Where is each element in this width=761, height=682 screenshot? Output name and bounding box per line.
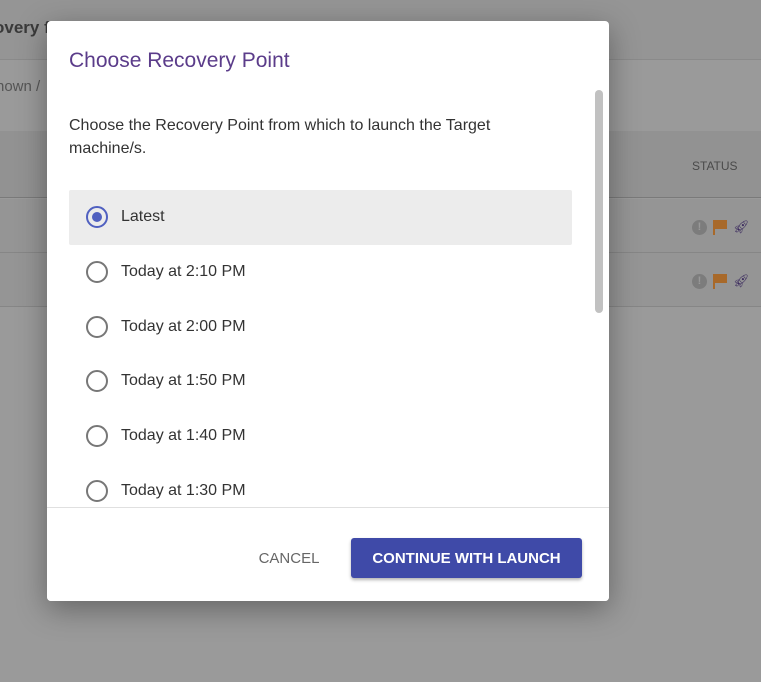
scrollbar-thumb[interactable] — [595, 90, 603, 313]
flag-icon — [713, 273, 727, 289]
option-label: Today at 1:40 PM — [121, 427, 246, 445]
breadcrumb: nown / — [0, 78, 41, 95]
recovery-option[interactable]: Today at 2:10 PM — [69, 245, 572, 300]
flag-icon — [713, 219, 727, 235]
option-label: Today at 2:10 PM — [121, 263, 246, 281]
radio-icon[interactable] — [86, 479, 108, 502]
option-label: Today at 2:00 PM — [121, 317, 246, 335]
status-column-header: STATUS — [692, 159, 738, 173]
radio-selected-icon[interactable] — [86, 206, 108, 229]
dialog-footer: CANCEL CONTINUE WITH LAUNCH — [47, 507, 609, 601]
rocket-icon: 🚀︎ — [733, 219, 750, 234]
option-label: Today at 1:50 PM — [121, 372, 246, 390]
dialog-description: Choose the Recovery Point from which to … — [69, 117, 491, 157]
dialog-title: Choose Recovery Point — [69, 49, 290, 72]
exclamation-icon: ! — [692, 273, 707, 289]
recovery-option-latest[interactable]: Latest — [69, 190, 572, 245]
recovery-option[interactable]: Today at 1:40 PM — [69, 409, 572, 464]
cancel-button[interactable]: CANCEL — [251, 538, 327, 578]
recovery-point-dialog: Choose Recovery Point Choose the Recover… — [47, 21, 609, 601]
exclamation-icon: ! — [692, 219, 707, 235]
option-label: Today at 1:30 PM — [121, 481, 246, 499]
rocket-icon: 🚀︎ — [733, 273, 750, 288]
recovery-option[interactable]: Today at 1:50 PM — [69, 354, 572, 409]
recovery-option[interactable]: Today at 2:00 PM — [69, 299, 572, 354]
radio-icon[interactable] — [86, 261, 108, 284]
continue-with-launch-button[interactable]: CONTINUE WITH LAUNCH — [351, 538, 582, 578]
option-label: Latest — [121, 208, 165, 226]
radio-icon[interactable] — [86, 315, 108, 338]
radio-icon[interactable] — [86, 425, 108, 448]
radio-icon[interactable] — [86, 370, 108, 393]
recovery-point-list: Latest Today at 2:10 PM Today at 2:00 PM… — [69, 190, 572, 518]
page-title: overy f — [0, 18, 50, 37]
